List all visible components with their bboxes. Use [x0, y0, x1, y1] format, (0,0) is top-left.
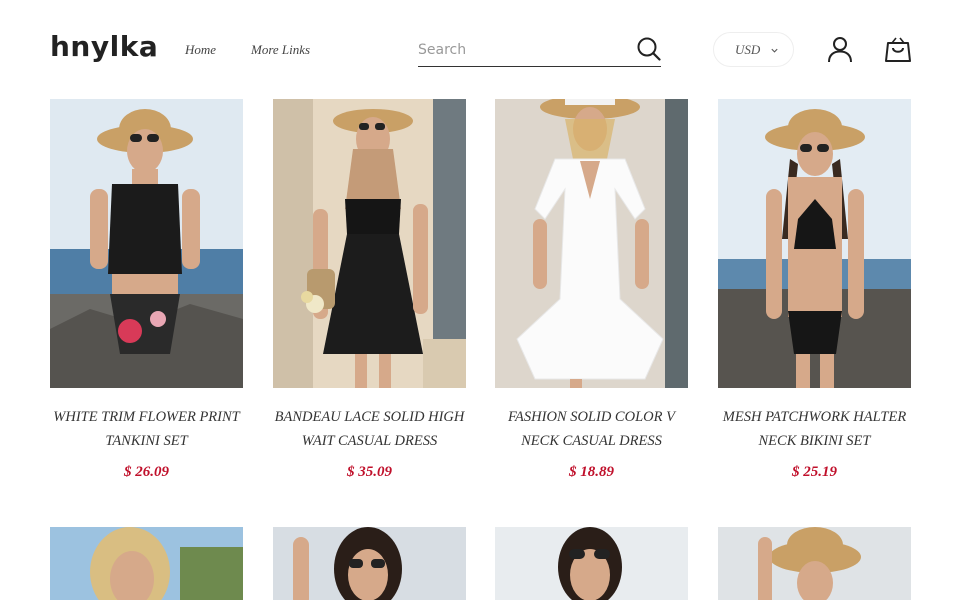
chevron-down-icon [771, 48, 778, 53]
product-image[interactable] [718, 527, 911, 600]
product-image[interactable] [273, 527, 466, 600]
product-title[interactable]: MESH PATCHWORK HALTER NECK BIKINI SET [712, 405, 917, 453]
product-image[interactable] [495, 527, 688, 600]
product-price: $ 25.19 [792, 464, 837, 480]
currency-label: USD [735, 42, 761, 57]
product-image[interactable] [718, 99, 911, 388]
product-image[interactable] [50, 527, 243, 600]
product-image[interactable] [495, 99, 688, 388]
product-price: $ 18.89 [569, 464, 614, 480]
product-price: $ 35.09 [347, 464, 392, 480]
product-price: $ 26.09 [124, 464, 169, 480]
product-title[interactable]: WHITE TRIM FLOWER PRINT TANKINI SET [44, 405, 249, 453]
product-title[interactable]: BANDEAU LACE SOLID HIGH WAIT CASUAL DRES… [267, 405, 472, 453]
search-bar [418, 34, 661, 67]
search-icon[interactable] [637, 37, 661, 61]
user-icon[interactable] [827, 36, 853, 63]
product-title[interactable]: FASHION SOLID COLOR V NECK CASUAL DRESS [489, 405, 694, 453]
brand-logo[interactable]: hnylka [50, 30, 158, 63]
shopping-bag-icon[interactable] [884, 36, 912, 63]
nav-more-links[interactable]: More Links [251, 42, 310, 58]
nav-home-link[interactable]: Home [185, 42, 216, 58]
product-image[interactable] [273, 99, 466, 388]
site-header: hnylka Home More Links USD [0, 0, 960, 98]
currency-selector[interactable]: USD [713, 32, 794, 67]
search-input[interactable] [418, 39, 618, 61]
product-image[interactable] [50, 99, 243, 388]
